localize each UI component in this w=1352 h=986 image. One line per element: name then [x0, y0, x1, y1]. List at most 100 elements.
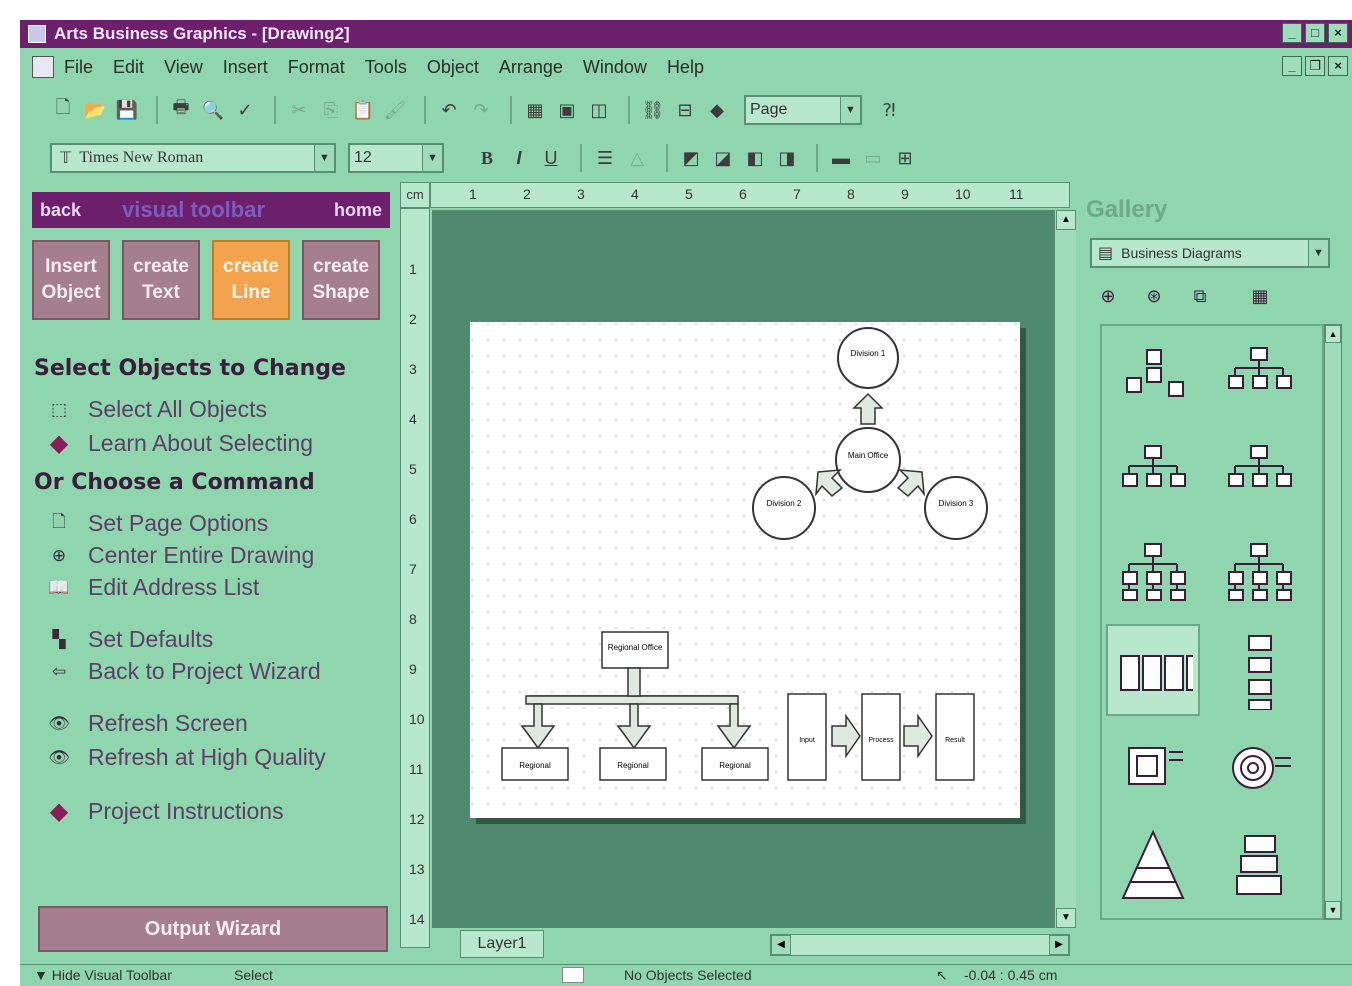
- chevron-down-icon[interactable]: ▼: [1308, 240, 1328, 266]
- create-text-button[interactable]: create Text: [122, 240, 200, 320]
- gallery-view-icon[interactable]: ▦: [1246, 282, 1274, 310]
- color-drop-icon[interactable]: ◆: [704, 97, 730, 123]
- horizontal-scrollbar[interactable]: ◀ ▶: [770, 934, 1070, 956]
- format-painter-icon[interactable]: 🖌: [382, 97, 408, 123]
- project-instructions-link[interactable]: ◆ Project Instructions: [46, 798, 284, 825]
- pyramid-icon[interactable]: [1106, 820, 1200, 912]
- chevron-down-icon[interactable]: ▼: [840, 97, 860, 123]
- set-defaults-link[interactable]: ▚ Set Defaults: [46, 626, 213, 653]
- cut-icon[interactable]: ✂: [286, 97, 312, 123]
- single-page-icon[interactable]: ▣: [554, 97, 580, 123]
- new-file-icon[interactable]: 🗋: [50, 97, 76, 123]
- horizontal-ruler[interactable]: 1 2 3 4 5 6 7 8 9 10 11: [430, 182, 1070, 208]
- vertical-ruler[interactable]: 1 2 3 4 5 6 7 8 9 10 11 12 13 14: [400, 208, 430, 948]
- insert-object-button[interactable]: Insert Object: [32, 240, 110, 320]
- align-horizontal-icon[interactable]: ▬: [828, 145, 854, 171]
- grid-icon[interactable]: ▦: [522, 97, 548, 123]
- bring-front-icon[interactable]: ◩: [678, 145, 704, 171]
- menu-format[interactable]: Format: [288, 57, 345, 78]
- underline-button[interactable]: U: [538, 145, 564, 171]
- menu-tools[interactable]: Tools: [365, 57, 407, 78]
- learn-about-selecting-link[interactable]: ◆ Learn About Selecting: [46, 430, 313, 457]
- scroll-right-icon[interactable]: ▶: [1049, 935, 1069, 955]
- menu-object[interactable]: Object: [427, 57, 479, 78]
- refresh-screen-link[interactable]: 👁 Refresh Screen: [46, 710, 248, 737]
- vertical-flow-icon[interactable]: [1212, 624, 1306, 716]
- redo-icon[interactable]: ↷: [468, 97, 494, 123]
- org-chart-wide-icon[interactable]: [1212, 428, 1306, 520]
- doc-restore-button[interactable]: ❐: [1305, 56, 1325, 76]
- process-flow-icon[interactable]: [1106, 624, 1200, 716]
- scroll-up-icon[interactable]: ▲: [1056, 210, 1076, 230]
- send-backward-icon[interactable]: ◨: [774, 145, 800, 171]
- send-back-icon[interactable]: ◪: [710, 145, 736, 171]
- paste-icon[interactable]: 📋: [350, 97, 376, 123]
- font-size-select[interactable]: 12 ▼: [348, 143, 444, 173]
- create-shape-button[interactable]: create Shape: [302, 240, 380, 320]
- org-chart-small-icon[interactable]: [1212, 330, 1306, 422]
- org-chart-tree-icon[interactable]: [1106, 526, 1200, 618]
- font-name-select[interactable]: 𝕋 Times New Roman ▼: [50, 143, 336, 173]
- drawing-page[interactable]: Division 1 Main Office Division 2 Divisi…: [470, 322, 1020, 818]
- select-all-objects-link[interactable]: ⬚ Select All Objects: [46, 396, 267, 423]
- context-help-icon[interactable]: ⁈: [876, 97, 902, 123]
- two-pages-icon[interactable]: ◫: [586, 97, 612, 123]
- edit-address-list-link[interactable]: 📖 Edit Address List: [46, 574, 259, 601]
- org-chart-boxes-icon[interactable]: [1106, 330, 1200, 422]
- doc-minimize-button[interactable]: _: [1282, 56, 1302, 76]
- open-folder-icon[interactable]: 📂: [82, 97, 108, 123]
- layer-tab[interactable]: Layer1: [460, 930, 544, 958]
- menu-edit[interactable]: Edit: [113, 57, 144, 78]
- print-preview-icon[interactable]: 🔍: [200, 97, 226, 123]
- gallery-copy-icon[interactable]: ⧉: [1186, 282, 1214, 310]
- target-circle-icon[interactable]: [1212, 722, 1306, 814]
- group-icon[interactable]: ⊞: [892, 145, 918, 171]
- back-to-project-wizard-link[interactable]: ⇦ Back to Project Wizard: [46, 658, 321, 685]
- target-box-icon[interactable]: [1106, 722, 1200, 814]
- document-icon[interactable]: [32, 56, 54, 78]
- undo-icon[interactable]: ↶: [436, 97, 462, 123]
- bold-button[interactable]: B: [474, 145, 500, 171]
- save-icon[interactable]: 💾: [114, 97, 140, 123]
- link-icon[interactable]: ⛓: [640, 97, 666, 123]
- org-chart-branch-icon[interactable]: [1212, 526, 1306, 618]
- division-circle[interactable]: [924, 476, 988, 540]
- ruler-unit[interactable]: cm: [400, 182, 430, 208]
- refresh-high-quality-link[interactable]: 👁 Refresh at High Quality: [46, 744, 326, 771]
- chevron-down-icon[interactable]: ▼: [314, 145, 334, 171]
- set-page-options-link[interactable]: 🗋 Set Page Options: [46, 510, 268, 537]
- menu-view[interactable]: View: [164, 57, 203, 78]
- scroll-down-icon[interactable]: ▼: [1056, 908, 1076, 928]
- output-wizard-button[interactable]: Output Wizard: [38, 906, 388, 952]
- minimize-button[interactable]: _: [1282, 23, 1302, 43]
- gallery-category-select[interactable]: ▤ Business Diagrams ▼: [1090, 238, 1330, 268]
- stacked-list-icon[interactable]: [1212, 820, 1306, 912]
- scroll-up-icon[interactable]: ▲: [1325, 325, 1341, 343]
- menu-arrange[interactable]: Arrange: [499, 57, 563, 78]
- home-link[interactable]: home: [334, 192, 382, 228]
- align-icon[interactable]: ☰: [592, 145, 618, 171]
- maximize-button[interactable]: □: [1305, 23, 1325, 43]
- scroll-left-icon[interactable]: ◀: [771, 935, 791, 955]
- italic-button[interactable]: I: [506, 145, 532, 171]
- bring-forward-icon[interactable]: ◧: [742, 145, 768, 171]
- org-chart-medium-icon[interactable]: [1106, 428, 1200, 520]
- main-office-circle[interactable]: [835, 427, 901, 493]
- gallery-edit-icon[interactable]: ⊛: [1140, 282, 1168, 310]
- app-icon[interactable]: [28, 25, 46, 43]
- back-link[interactable]: back: [40, 192, 81, 228]
- menu-window[interactable]: Window: [583, 57, 647, 78]
- print-icon[interactable]: 🖶: [168, 97, 194, 123]
- scroll-down-icon[interactable]: ▼: [1325, 901, 1341, 919]
- division-circle[interactable]: [837, 327, 899, 389]
- center-entire-drawing-link[interactable]: ⊕ Center Entire Drawing: [46, 542, 314, 569]
- distribute-icon[interactable]: ▭: [860, 145, 886, 171]
- hide-visual-toolbar-toggle[interactable]: ▼ Hide Visual Toolbar: [34, 967, 172, 983]
- chevron-down-icon[interactable]: ▼: [422, 145, 442, 171]
- fill-bucket-icon[interactable]: △: [624, 145, 650, 171]
- vertical-scrollbar[interactable]: ▲ ▼: [1054, 210, 1076, 928]
- copy-icon[interactable]: ⎘: [318, 97, 344, 123]
- gallery-add-icon[interactable]: ⊕: [1094, 282, 1122, 310]
- menu-insert[interactable]: Insert: [223, 57, 268, 78]
- gallery-scrollbar[interactable]: ▲ ▼: [1324, 324, 1342, 920]
